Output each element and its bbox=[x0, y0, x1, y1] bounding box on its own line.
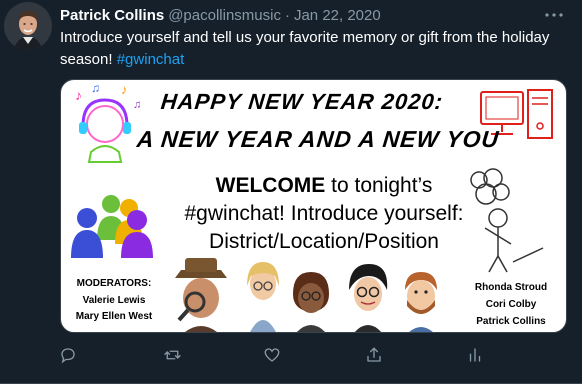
group-people-icon bbox=[71, 195, 153, 258]
author-handle[interactable]: @pacollinsmusic bbox=[168, 7, 281, 24]
more-horizontal-icon[interactable] bbox=[542, 5, 566, 25]
moderator-avatars bbox=[175, 258, 437, 332]
image-welcome-rest: to tonight’s bbox=[325, 174, 433, 197]
tweet-header: Patrick Collins @pacollinsmusic · Jan 22… bbox=[60, 5, 566, 25]
moderator-name: Mary Ellen West bbox=[75, 311, 153, 322]
image-welcome-text: WELCOME to tonight’s #gwinchat! Introduc… bbox=[169, 172, 479, 256]
hashtag-link[interactable]: #gwinchat bbox=[117, 51, 185, 68]
moderators-heading: MODERATORS: bbox=[76, 278, 152, 289]
svg-text:♪: ♪ bbox=[121, 82, 128, 97]
svg-text:♫: ♫ bbox=[91, 81, 100, 95]
image-title-line2: A NEW YEAR AND A NEW YOU bbox=[135, 126, 501, 152]
image-welcome-line1: WELCOME to tonight’s bbox=[169, 172, 479, 200]
moderator-name-right: Rhonda Stroud bbox=[474, 282, 548, 293]
tweet[interactable]: Patrick Collins @pacollinsmusic · Jan 22… bbox=[0, 0, 582, 384]
svg-text:♫: ♫ bbox=[133, 99, 141, 111]
analytics-icon[interactable] bbox=[463, 343, 487, 367]
music-headphones-icon: ♪ ♫ ♪ ♫ bbox=[75, 81, 141, 163]
thinking-person-icon bbox=[470, 168, 544, 273]
author-display-name[interactable]: Patrick Collins bbox=[60, 7, 164, 24]
share-icon[interactable] bbox=[362, 343, 386, 367]
like-icon[interactable] bbox=[260, 343, 284, 367]
image-title-line1: HAPPY NEW YEAR 2020: bbox=[159, 89, 445, 114]
svg-text:♪: ♪ bbox=[75, 87, 82, 103]
moderator-name: Valerie Lewis bbox=[82, 295, 146, 306]
image-welcome-line2: #gwinchat! Introduce yourself: bbox=[184, 202, 464, 225]
reply-icon[interactable] bbox=[56, 343, 80, 367]
avatar[interactable] bbox=[4, 2, 52, 50]
tweet-image[interactable]: ♪ ♫ ♪ ♫ HAPPY NEW YEAR 2020: A NEW YEAR … bbox=[60, 79, 567, 333]
retweet-icon[interactable] bbox=[160, 343, 184, 367]
tweet-text: Introduce yourself and tell us your favo… bbox=[60, 27, 570, 71]
image-welcome-bold: WELCOME bbox=[215, 174, 326, 197]
tweet-actions bbox=[60, 343, 530, 367]
moderator-name-right: Patrick Collins bbox=[476, 316, 546, 327]
tweet-date[interactable]: Jan 22, 2020 bbox=[294, 7, 381, 24]
moderator-name-right: Cori Colby bbox=[485, 299, 537, 310]
header-separator: · bbox=[284, 6, 290, 24]
image-welcome-line3: District/Location/Position bbox=[209, 230, 439, 253]
